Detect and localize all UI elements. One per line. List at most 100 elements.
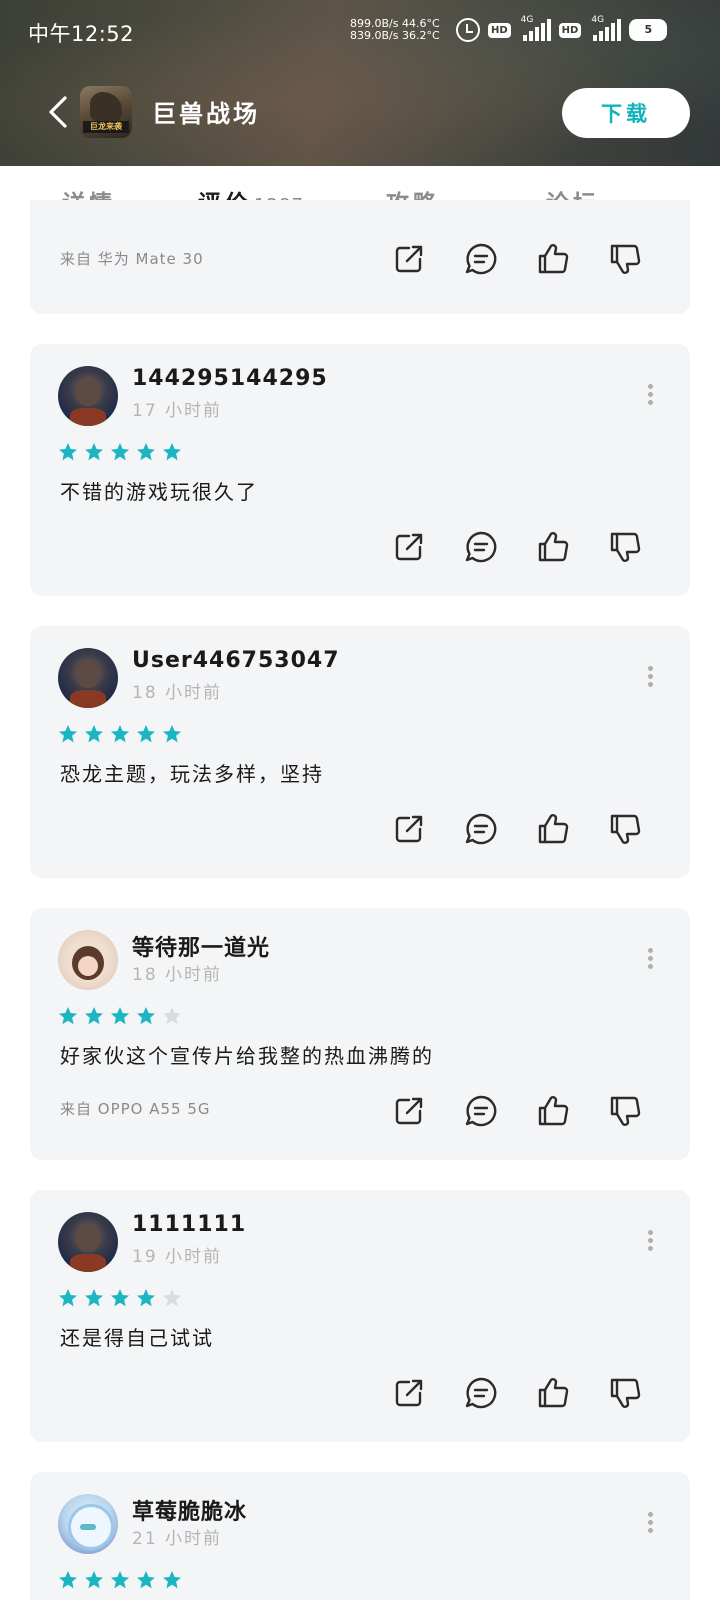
thumbs-up-icon[interactable]: [536, 530, 570, 564]
hd-badge: HD: [488, 22, 511, 38]
app-icon-tag: 巨龙来袭: [83, 121, 129, 133]
star-icon: [58, 1006, 78, 1030]
comment-icon[interactable]: [464, 812, 498, 846]
app-icon: 巨龙来袭: [80, 86, 132, 138]
status-icons: HD 4G HD 4G 5: [456, 15, 668, 42]
review-actions: [392, 242, 642, 276]
signal-icon: 4G: [589, 15, 622, 41]
avatar[interactable]: [58, 930, 118, 990]
star-icon: [58, 1570, 78, 1594]
review-time: 21 小时前: [132, 1529, 223, 1549]
app-bar: 巨龙来袭 巨兽战场 下载: [0, 80, 720, 146]
thumbs-down-icon[interactable]: [608, 1376, 642, 1410]
avatar[interactable]: [58, 1212, 118, 1272]
thumbs-down-icon[interactable]: [608, 530, 642, 564]
thumbs-up-icon[interactable]: [536, 812, 570, 846]
star-rating: [58, 442, 182, 466]
more-icon[interactable]: [646, 384, 654, 408]
star-icon: [162, 1570, 182, 1594]
review-card[interactable]: User446753047 18 小时前恐龙主题，玩法多样，坚持: [30, 626, 690, 878]
avatar[interactable]: [58, 648, 118, 708]
comment-icon[interactable]: [464, 242, 498, 276]
share-icon[interactable]: [392, 530, 426, 564]
star-icon: [136, 1006, 156, 1030]
star-icon: [58, 1288, 78, 1312]
star-icon: [84, 724, 104, 748]
review-username[interactable]: User446753047: [132, 648, 340, 673]
network-speed: 899.0B/s 44.6°C 839.0B/s 36.2°C: [350, 17, 440, 42]
more-icon[interactable]: [646, 1230, 654, 1254]
star-icon: [84, 1288, 104, 1312]
thumbs-down-icon[interactable]: [608, 812, 642, 846]
review-card[interactable]: 草莓脆脆冰 21 小时前: [30, 1472, 690, 1600]
more-icon[interactable]: [646, 1512, 654, 1536]
star-icon: [136, 442, 156, 466]
thumbs-down-icon[interactable]: [608, 242, 642, 276]
comment-icon[interactable]: [464, 530, 498, 564]
hd-badge: HD: [558, 22, 582, 38]
review-username[interactable]: 144295144295: [132, 366, 328, 391]
review-time: 18 小时前: [132, 965, 223, 985]
star-icon: [162, 442, 182, 466]
star-icon: [84, 442, 104, 466]
share-icon[interactable]: [392, 812, 426, 846]
star-icon: [84, 1570, 104, 1594]
star-icon: [110, 1288, 130, 1312]
star-rating: [58, 724, 182, 748]
review-card[interactable]: 等待那一道光 18 小时前 好家伙这个宣传片给我整的热血沸腾的 来自 OPPO A55…: [30, 908, 690, 1160]
thumbs-up-icon[interactable]: [536, 1094, 570, 1128]
status-time: 中午12:52: [28, 22, 135, 46]
star-icon: [110, 1006, 130, 1030]
avatar[interactable]: [58, 1494, 118, 1554]
star-icon: [162, 724, 182, 748]
thumbs-up-icon[interactable]: [536, 242, 570, 276]
comment-icon[interactable]: [464, 1376, 498, 1410]
review-actions: [392, 530, 642, 564]
star-icon: [110, 1570, 130, 1594]
review-text: 恐龙主题，玩法多样，坚持: [60, 762, 324, 786]
star-icon: [136, 1288, 156, 1312]
comment-icon[interactable]: [464, 1094, 498, 1128]
review-username[interactable]: 等待那一道光: [132, 930, 270, 962]
share-icon[interactable]: [392, 1094, 426, 1128]
review-text: 不错的游戏玩很久了: [60, 480, 258, 504]
review-card[interactable]: 来自 华为 Mate 30: [30, 200, 690, 314]
more-icon[interactable]: [646, 948, 654, 972]
star-icon: [162, 1288, 182, 1312]
review-card[interactable]: 144295144295 17 小时前不错的游戏玩很久了: [30, 344, 690, 596]
review-actions: [392, 812, 642, 846]
review-device: 来自 华为 Mate 30: [60, 250, 204, 268]
star-icon: [110, 442, 130, 466]
review-time: 18 小时前: [132, 683, 223, 703]
signal-icon: 4G: [519, 15, 551, 41]
star-rating: [58, 1006, 182, 1030]
review-text: 还是得自己试试: [60, 1326, 214, 1350]
star-icon: [162, 1006, 182, 1030]
thumbs-up-icon[interactable]: [536, 1376, 570, 1410]
star-icon: [110, 724, 130, 748]
avatar[interactable]: [58, 366, 118, 426]
star-rating: [58, 1288, 182, 1312]
more-icon[interactable]: [646, 666, 654, 690]
star-icon: [84, 1006, 104, 1030]
back-icon[interactable]: [40, 92, 80, 132]
share-icon[interactable]: [392, 242, 426, 276]
status-bar: 中午12:52 899.0B/s 44.6°C 839.0B/s 36.2°C …: [0, 0, 720, 62]
star-icon: [58, 724, 78, 748]
review-time: 19 小时前: [132, 1247, 223, 1267]
app-title: 巨兽战场: [152, 100, 260, 128]
alarm-icon: [456, 18, 480, 42]
star-icon: [58, 442, 78, 466]
share-icon[interactable]: [392, 1376, 426, 1410]
review-card[interactable]: 1111111 19 小时前还是得自己试试: [30, 1190, 690, 1442]
review-username[interactable]: 1111111: [132, 1212, 246, 1237]
download-button[interactable]: 下载: [562, 88, 690, 138]
star-rating: [58, 1570, 182, 1594]
review-username[interactable]: 草莓脆脆冰: [132, 1494, 247, 1526]
review-actions: [392, 1094, 642, 1128]
thumbs-down-icon[interactable]: [608, 1094, 642, 1128]
review-time: 17 小时前: [132, 401, 223, 421]
star-icon: [136, 1570, 156, 1594]
review-text: 好家伙这个宣传片给我整的热血沸腾的: [60, 1044, 434, 1068]
review-actions: [392, 1376, 642, 1410]
